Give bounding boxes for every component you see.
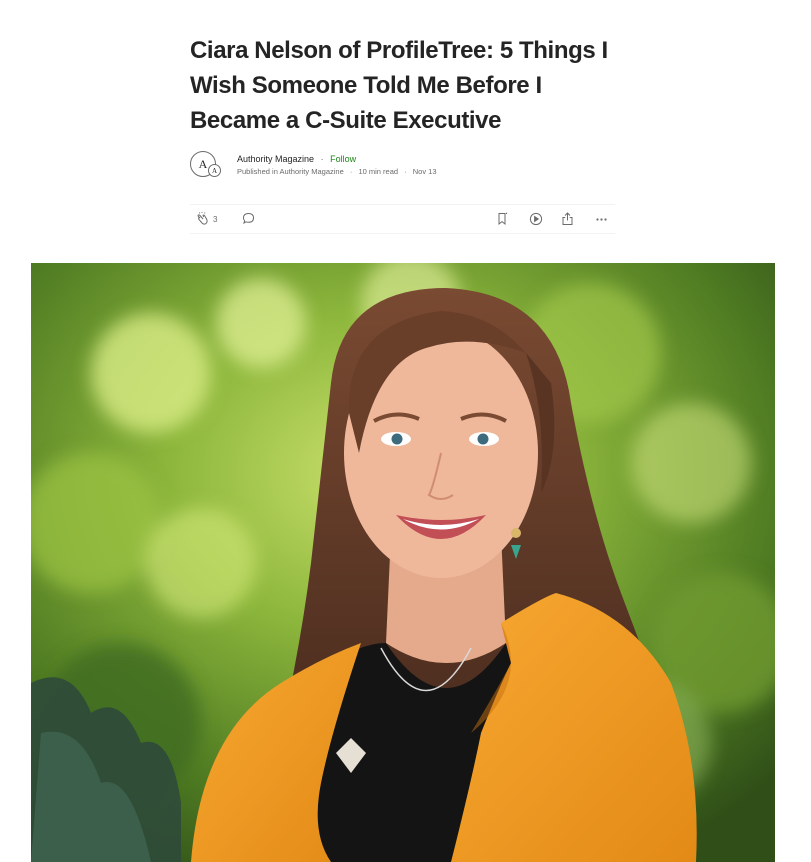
- bookmark-button[interactable]: [496, 212, 509, 226]
- listen-button[interactable]: [529, 212, 543, 226]
- portrait-photo: [31, 263, 775, 862]
- publication-link[interactable]: Authority Magazine: [280, 167, 344, 176]
- hero-image[interactable]: [31, 263, 775, 862]
- separator-dot: ·: [404, 167, 407, 176]
- author-name[interactable]: Authority Magazine: [237, 154, 314, 164]
- publication-avatar-letter: A: [211, 166, 218, 175]
- bookmark-icon: [496, 212, 509, 226]
- clap-icon: [196, 212, 209, 226]
- clap-button[interactable]: 3: [196, 212, 217, 226]
- more-button[interactable]: [595, 213, 608, 226]
- more-icon: [595, 213, 608, 226]
- byline-meta: Authority Magazine · Follow Published in…: [237, 153, 437, 179]
- action-bar: 3: [190, 204, 615, 234]
- clap-count: 3: [213, 214, 218, 224]
- avatar-letter: A: [198, 156, 208, 171]
- separator-dot: ·: [349, 167, 353, 176]
- comment-button[interactable]: [242, 212, 255, 225]
- share-icon: [561, 212, 574, 226]
- article-title: Ciara Nelson of ProfileTree: 5 Things I …: [190, 37, 608, 134]
- comment-icon: [242, 212, 255, 225]
- separator-dot: ·: [320, 154, 324, 164]
- publication-avatar[interactable]: A: [208, 164, 221, 177]
- follow-button[interactable]: Follow: [330, 154, 356, 164]
- publish-date: Nov 13: [412, 167, 437, 176]
- share-button[interactable]: [561, 212, 574, 226]
- read-time: 10 min read: [358, 167, 399, 176]
- published-prefix: Published in: [237, 167, 278, 176]
- play-icon: [529, 212, 543, 226]
